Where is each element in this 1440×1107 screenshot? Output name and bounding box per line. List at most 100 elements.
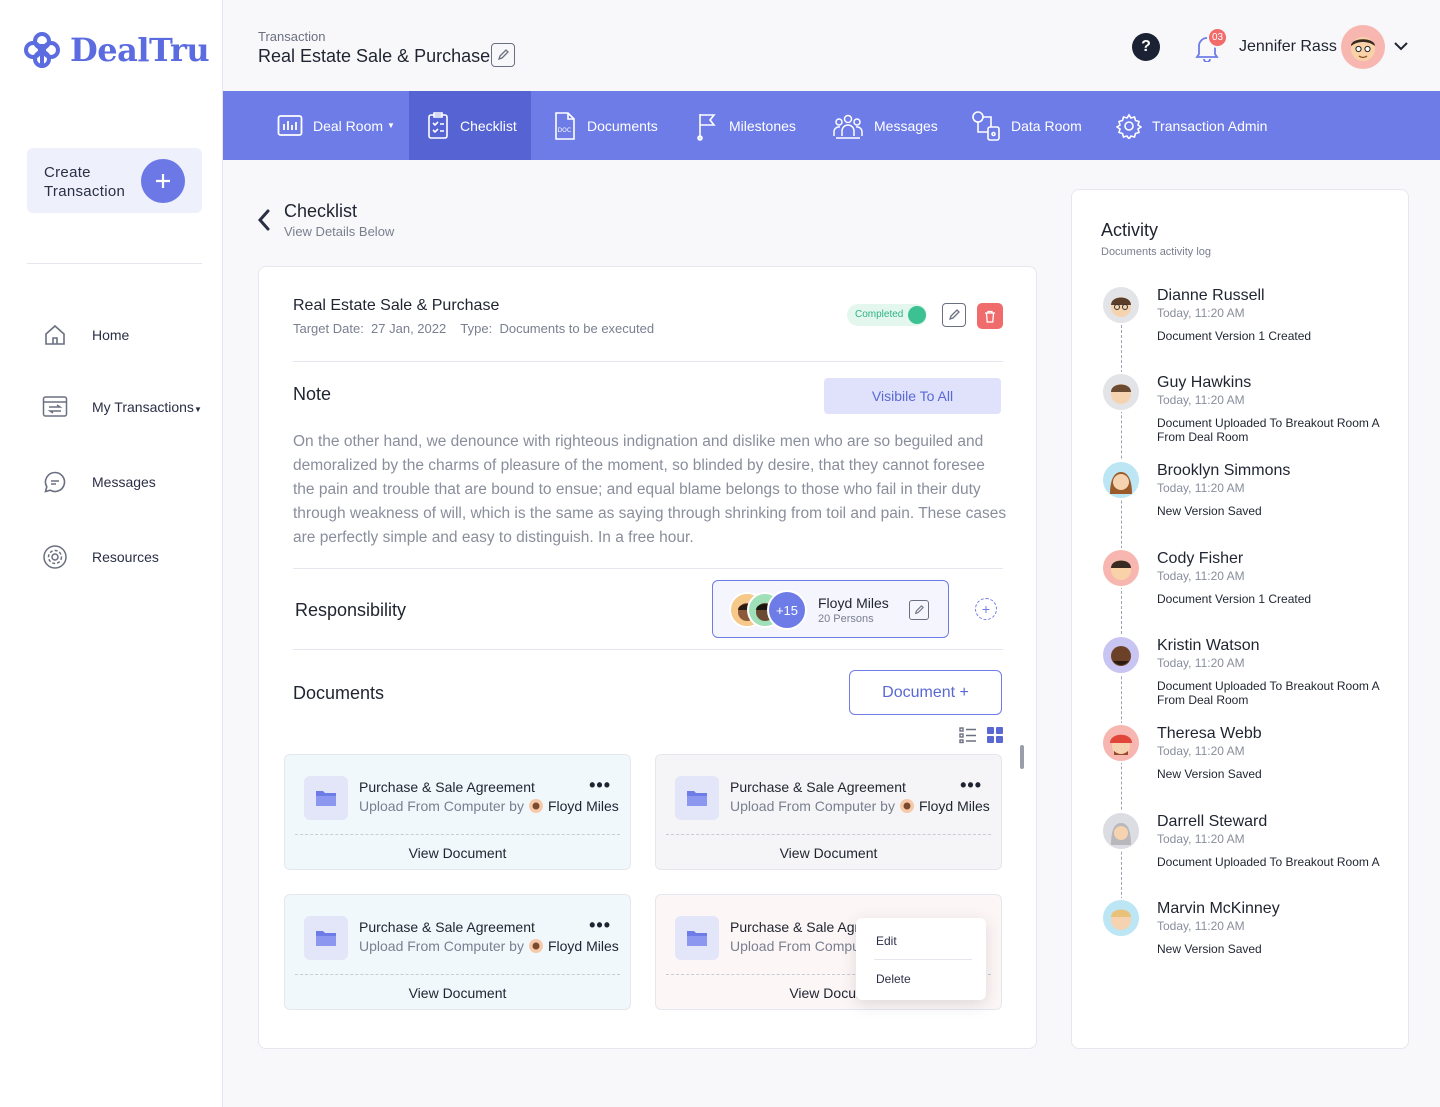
doc-icon: DOC — [555, 111, 575, 140]
activity-user-name: Cody Fisher — [1157, 550, 1244, 567]
plus-icon — [141, 159, 185, 203]
divider — [293, 361, 1003, 362]
create-transaction-button[interactable]: Create Transaction — [27, 148, 202, 213]
view-document-link[interactable]: View Document — [656, 845, 1001, 861]
tab-transaction-admin[interactable]: Transaction Admin — [1116, 91, 1267, 160]
divider — [295, 974, 620, 975]
activity-time: Today, 11:20 AM — [1157, 919, 1245, 933]
status-toggle[interactable]: Completed — [847, 304, 927, 326]
trash-icon — [985, 310, 995, 323]
delete-button[interactable] — [977, 303, 1003, 329]
note-heading: Note — [293, 384, 332, 404]
avatar — [1101, 635, 1141, 675]
sidebar-item-home[interactable]: Home — [42, 322, 129, 348]
folder-icon — [675, 916, 719, 960]
scrollbar[interactable] — [1020, 745, 1024, 769]
sidebar-item-resources[interactable]: Resources — [42, 544, 159, 570]
document-uploader: Upload From Computer by Floyd Miles — [359, 938, 619, 954]
section-subheading: View Details Below — [284, 224, 395, 239]
folder-icon — [304, 916, 348, 960]
menu-item-edit[interactable]: Edit — [876, 934, 897, 948]
divider — [293, 568, 1003, 569]
document-context-menu: Edit Delete — [856, 918, 986, 1000]
responsibility-assignees[interactable]: +15 Floyd Miles 20 Persons — [712, 580, 949, 638]
add-assignee-button[interactable]: + — [975, 598, 997, 620]
sidebar-item-my-transactions[interactable]: My Transactions▼ — [42, 394, 202, 420]
document-card[interactable]: Purchase & Sale Agreement Upload From Co… — [284, 894, 631, 1010]
grid-view-icon[interactable] — [986, 726, 1004, 744]
edit-title-button[interactable] — [491, 43, 515, 67]
checklist-icon — [428, 111, 448, 139]
edit-button[interactable] — [942, 303, 966, 327]
document-title: Purchase & Sale Agreement — [359, 779, 535, 795]
activity-user-name: Dianne Russell — [1157, 287, 1265, 304]
activity-description: Document Uploaded To Breakout Room A — [1157, 855, 1380, 869]
user-name[interactable]: Jennifer Rass — [1239, 38, 1337, 56]
tab-label: Documents — [587, 117, 658, 134]
activity-panel: Activity Documents activity log Dianne R… — [1071, 189, 1409, 1049]
avatar — [1101, 372, 1141, 412]
tab-label: Data Room — [1011, 117, 1082, 134]
more-options-icon[interactable]: ••• — [960, 775, 982, 796]
activity-time: Today, 11:20 AM — [1157, 832, 1245, 846]
documents-heading: Documents — [293, 683, 385, 703]
activity-heading: Activity — [1101, 220, 1159, 240]
caret-down-icon: ▼ — [387, 121, 395, 130]
activity-user-name: Guy Hawkins — [1157, 374, 1252, 391]
activity-time: Today, 11:20 AM — [1157, 393, 1245, 407]
tab-data-room[interactable]: Data Room — [969, 91, 1082, 160]
activity-user-name: Kristin Watson — [1157, 637, 1260, 654]
brand-logo[interactable]: DealTru — [22, 30, 210, 70]
notification-badge: 03 — [1207, 27, 1228, 48]
activity-time: Today, 11:20 AM — [1157, 481, 1245, 495]
tab-label: Checklist — [460, 117, 517, 134]
back-arrow-icon[interactable] — [257, 208, 271, 232]
view-document-link[interactable]: View Document — [285, 985, 630, 1001]
flag-icon — [697, 113, 716, 141]
more-options-icon[interactable]: ••• — [589, 775, 611, 796]
extra-assignee-count: +15 — [767, 590, 807, 630]
tab-label: Deal Room — [313, 117, 384, 134]
pencil-icon — [497, 49, 509, 61]
caret-down-icon: ▼ — [193, 405, 202, 414]
chevron-down-icon[interactable] — [1393, 40, 1409, 52]
activity-user-name: Marvin McKinney — [1157, 900, 1280, 917]
document-title: Purchase & Sale Agr — [730, 919, 860, 935]
tab-deal-room[interactable]: Deal Room ▼ — [277, 91, 395, 160]
activity-description: Document Version 1 Created — [1157, 329, 1312, 343]
document-card[interactable]: Purchase & Sale Agreement Upload From Co… — [655, 754, 1002, 870]
folder-icon — [304, 776, 348, 820]
view-document-link[interactable]: View Document — [285, 845, 630, 861]
sidebar-item-messages[interactable]: Messages — [42, 469, 156, 495]
menu-item-delete[interactable]: Delete — [876, 972, 911, 986]
document-uploader: Upload From Computer by Floyd Miles — [730, 798, 990, 814]
tab-milestones[interactable]: Milestones — [695, 91, 796, 160]
activity-user-name: Brooklyn Simmons — [1157, 462, 1291, 479]
tab-checklist[interactable]: Checklist — [409, 91, 531, 160]
assignee-count: 20 Persons — [818, 613, 874, 625]
help-button[interactable]: ? — [1132, 33, 1160, 61]
divider — [293, 649, 1003, 650]
home-icon — [42, 322, 68, 348]
tab-messages[interactable]: Messages — [832, 91, 938, 160]
more-options-icon[interactable]: ••• — [589, 915, 611, 936]
document-uploader: Upload From Comput — [730, 938, 864, 954]
edit-responsibility-button[interactable] — [909, 600, 929, 620]
tab-label: Transaction Admin — [1152, 117, 1268, 134]
activity-time: Today, 11:20 AM — [1157, 569, 1245, 583]
breadcrumb[interactable]: Transaction — [258, 29, 325, 44]
list-view-icon[interactable] — [959, 726, 977, 744]
add-document-button[interactable]: Document + — [849, 670, 1002, 715]
activity-description: New Version Saved — [1157, 504, 1262, 518]
activity-time: Today, 11:20 AM — [1157, 656, 1245, 670]
logo-icon — [24, 32, 60, 68]
avatar — [1101, 285, 1141, 325]
avatar[interactable] — [1341, 25, 1385, 69]
tab-documents[interactable]: DOC Documents — [553, 91, 658, 160]
activity-time: Today, 11:20 AM — [1157, 744, 1245, 758]
visibility-button[interactable]: Visibile To All — [824, 378, 1001, 414]
sidebar-item-label: Resources — [92, 549, 159, 565]
document-card[interactable]: Purchase & Sale Agreement Upload From Co… — [284, 754, 631, 870]
pencil-icon — [948, 309, 960, 321]
chat-icon — [42, 469, 68, 495]
